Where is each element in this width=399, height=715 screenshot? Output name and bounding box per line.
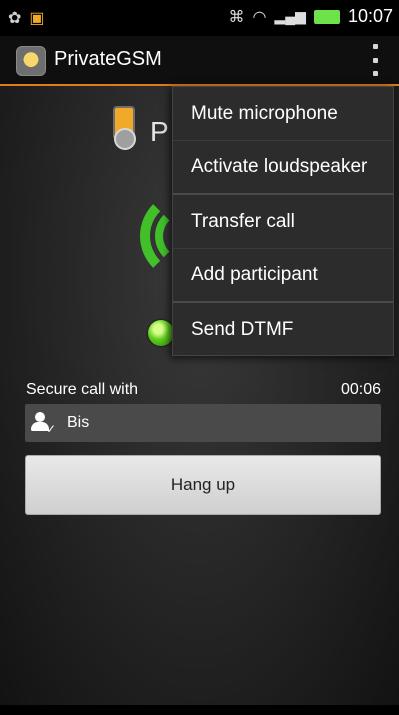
status-bar-left: ✿ ▣ xyxy=(8,8,45,28)
overflow-menu: Mute microphone Activate loudspeaker Tra… xyxy=(172,86,394,356)
wifi-icon: ◠ xyxy=(252,8,267,26)
status-bar: ✿ ▣ ⌘ ◠ ▂▄▆ 10:07 xyxy=(0,0,399,36)
status-clock: 10:07 xyxy=(347,6,393,26)
usb-icon: ⌘ xyxy=(228,8,245,26)
call-duration: 00:06 xyxy=(340,381,381,398)
star-icon: ✿ xyxy=(8,10,22,27)
participant-name: Bis xyxy=(67,414,90,431)
verified-user-icon: ✓ xyxy=(31,412,56,436)
app-logo-icon[interactable] xyxy=(16,46,46,76)
secure-phone-icon xyxy=(110,106,138,154)
battery-icon xyxy=(313,9,340,24)
action-bar: PrivateGSM xyxy=(0,36,399,86)
app-title: PrivateGSM xyxy=(54,48,162,70)
signal-icon: ▂▄▆ xyxy=(274,8,306,24)
menu-item-add-participant[interactable]: Add participant xyxy=(173,249,393,303)
bottom-edge xyxy=(0,705,399,715)
participant-row: ✓ Bis xyxy=(25,404,381,442)
status-bar-right: ⌘ ◠ ▂▄▆ 10:07 xyxy=(229,6,393,27)
caller-name: P xyxy=(150,116,169,147)
menu-item-activate-loudspeaker[interactable]: Activate loudspeaker xyxy=(173,141,393,195)
secure-call-label: Secure call with xyxy=(26,381,139,398)
app-notification-icon: ▣ xyxy=(29,10,45,27)
menu-item-transfer-call[interactable]: Transfer call xyxy=(173,195,393,249)
connection-status-icon xyxy=(148,320,174,346)
overflow-menu-icon[interactable] xyxy=(367,44,383,76)
hang-up-button[interactable]: Hang up xyxy=(25,455,381,515)
menu-item-mute-microphone[interactable]: Mute microphone xyxy=(173,87,393,141)
menu-item-send-dtmf[interactable]: Send DTMF xyxy=(173,303,393,357)
